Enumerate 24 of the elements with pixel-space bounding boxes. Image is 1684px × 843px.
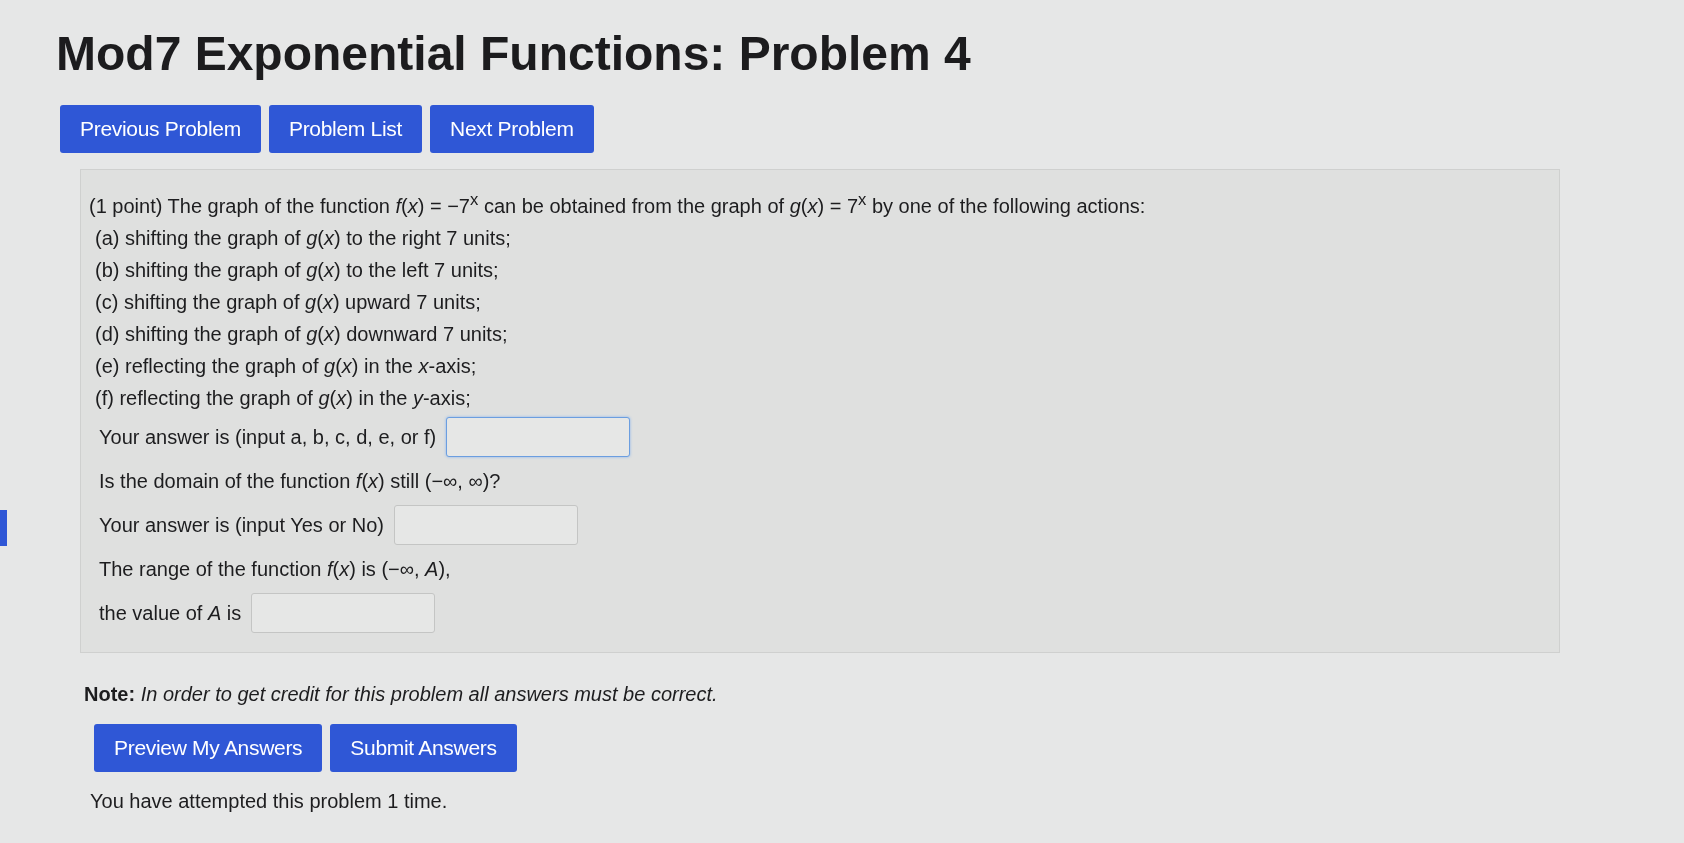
- question-label: Your answer is (input Yes or No): [99, 512, 384, 538]
- question-text: The range of the function f(x) is (−∞, A),: [99, 556, 451, 582]
- nav-button[interactable]: Next Problem: [430, 105, 594, 153]
- question-label: the value of A is: [99, 600, 242, 626]
- option-text: (f) reflecting the graph of g(x) in the y-axis;: [95, 386, 471, 409]
- option-text: (b) shifting the graph of g(x) to the left 7 units;: [95, 258, 499, 281]
- answer-button[interactable]: Preview My Answers: [94, 723, 323, 772]
- question-text: Is the domain of the function f(x) still (−∞, ∞)?: [99, 468, 501, 494]
- option-text: (d) shifting the graph of g(x) downward 7 units;: [95, 322, 508, 345]
- answer-button[interactable]: Submit Answers: [330, 723, 517, 772]
- question-label: Your answer is (input a, b, c, d, e, or f): [99, 424, 437, 450]
- option-text: (a) shifting the graph of g(x) to the right 7 units;: [95, 226, 511, 249]
- option-text: (c) shifting the graph of g(x) upward 7 units;: [95, 290, 481, 313]
- note-text: Note: In order to get credit for this problem all answers must be correct.: [84, 682, 719, 706]
- answer-field[interactable]: [446, 416, 631, 457]
- attempts-text: You have attempted this problem 1 time.: [90, 789, 449, 813]
- problem-text: (1 point) The graph of the function f(x) = −7$^{x}$ can be obtained from the graph of g(x) = 7$^{x}$ by one of the following actions:: [89, 194, 1146, 217]
- nav-button[interactable]: Problem List: [268, 105, 423, 153]
- page-title: Mod7 Exponential Functions: Problem 4: [56, 26, 972, 81]
- answer-field[interactable]: [394, 504, 578, 545]
- side-marker: [0, 510, 7, 546]
- nav-button[interactable]: Previous Problem: [60, 105, 261, 153]
- option-text: (e) reflecting the graph of g(x) in the x-axis;: [95, 354, 477, 377]
- answer-field[interactable]: [251, 592, 436, 633]
